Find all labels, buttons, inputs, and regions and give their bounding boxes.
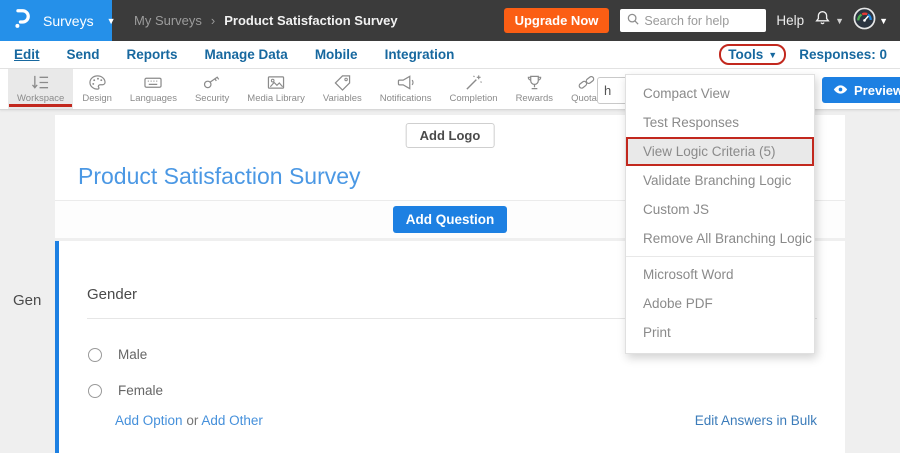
tab-reports[interactable]: Reports: [127, 47, 178, 62]
tab-send[interactable]: Send: [67, 47, 100, 62]
bell-icon: [813, 8, 832, 33]
section-navbar: Edit Send Reports Manage Data Mobile Int…: [0, 41, 900, 69]
question-list-partial-label: Gen: [13, 292, 41, 309]
breadcrumb-current: Product Satisfaction Survey: [224, 13, 397, 28]
chevron-down-icon: ▼: [107, 16, 116, 26]
edit-answers-in-bulk-link[interactable]: Edit Answers in Bulk: [695, 413, 817, 428]
toolbar-item-languages[interactable]: Languages: [121, 69, 186, 109]
app-switcher[interactable]: Surveys ▼: [0, 0, 112, 41]
menu-item-view-logic-criteria[interactable]: View Logic Criteria (5): [626, 137, 814, 166]
menu-item-custom-js[interactable]: Custom JS: [626, 195, 814, 224]
tag-icon: [333, 74, 352, 91]
tools-dropdown-menu: Compact View Test Responses View Logic C…: [625, 74, 815, 354]
search-icon: [627, 12, 639, 30]
image-icon: [266, 74, 286, 91]
menu-item-remove-all-branching-logic[interactable]: Remove All Branching Logic: [626, 224, 814, 253]
option-label[interactable]: Female: [118, 383, 163, 398]
chevron-down-icon: ▼: [835, 16, 844, 26]
add-other-link[interactable]: Add Other: [201, 413, 263, 428]
help-search-box[interactable]: [620, 9, 766, 32]
toolbar-item-completion[interactable]: Completion: [441, 69, 507, 109]
tools-label: Tools: [728, 47, 763, 62]
tab-mobile[interactable]: Mobile: [315, 47, 358, 62]
notifications-menu[interactable]: ▼: [813, 8, 844, 33]
toolbar-item-media-library[interactable]: Media Library: [238, 69, 314, 109]
menu-item-print[interactable]: Print: [626, 318, 814, 347]
tab-edit[interactable]: Edit: [14, 47, 40, 62]
toolbar-item-label: Completion: [450, 93, 498, 104]
wand-icon: [464, 74, 483, 91]
toolbar-item-workspace[interactable]: Workspace: [8, 69, 73, 109]
tab-integration[interactable]: Integration: [385, 47, 455, 62]
breadcrumb: My Surveys › Product Satisfaction Survey: [134, 13, 398, 28]
keyboard-icon: [143, 74, 163, 91]
toolbar-item-label: Languages: [130, 93, 177, 104]
key-icon: [202, 74, 222, 91]
add-question-button[interactable]: Add Question: [393, 206, 508, 233]
workspace-icon: [30, 74, 51, 91]
radio-button-icon[interactable]: [88, 384, 102, 398]
menu-item-compact-view[interactable]: Compact View: [626, 79, 814, 108]
toolbar-item-label: Variables: [323, 93, 362, 104]
answer-links-row: Add Option or Add Other: [115, 413, 263, 428]
trophy-icon: [525, 74, 544, 91]
question-title[interactable]: Gender: [87, 286, 137, 303]
tools-menu-button[interactable]: Tools ▼: [719, 44, 786, 65]
megaphone-icon: [396, 74, 416, 91]
toolbar-item-label: Notifications: [380, 93, 432, 104]
tab-manage-data[interactable]: Manage Data: [205, 47, 288, 62]
menu-item-validate-branching-logic[interactable]: Validate Branching Logic: [626, 166, 814, 195]
breadcrumb-separator-icon: ›: [211, 13, 215, 28]
account-menu[interactable]: ▼: [853, 7, 888, 35]
survey-title[interactable]: Product Satisfaction Survey: [78, 163, 361, 190]
toolbar-item-notifications[interactable]: Notifications: [371, 69, 441, 109]
add-option-link[interactable]: Add Option: [115, 413, 183, 428]
preview-button[interactable]: Preview: [822, 77, 900, 103]
toolbar-item-rewards[interactable]: Rewards: [507, 69, 563, 109]
navbar-right: Tools ▼ Responses: 0: [719, 44, 900, 65]
toolbar-item-label: Media Library: [247, 93, 305, 104]
toolbar-item-variables[interactable]: Variables: [314, 69, 371, 109]
chevron-down-icon: ▼: [768, 50, 777, 60]
option-row-male[interactable]: Male: [88, 347, 147, 362]
menu-separator: [626, 256, 814, 257]
eye-icon: [833, 83, 848, 98]
add-logo-button[interactable]: Add Logo: [406, 123, 495, 148]
chevron-down-icon: ▼: [879, 16, 888, 26]
toolbar-item-label: Workspace: [17, 93, 64, 104]
proprofs-logo-icon: [13, 7, 30, 35]
toolbar-item-security[interactable]: Security: [186, 69, 238, 109]
radio-button-icon[interactable]: [88, 348, 102, 362]
breadcrumb-parent[interactable]: My Surveys: [134, 13, 202, 28]
menu-item-test-responses[interactable]: Test Responses: [626, 108, 814, 137]
avatar: [853, 7, 876, 35]
search-input[interactable]: [644, 14, 754, 28]
topbar: Surveys ▼ My Surveys › Product Satisfact…: [0, 0, 900, 41]
menu-item-adobe-pdf[interactable]: Adobe PDF: [626, 289, 814, 318]
app-menu-label: Surveys: [43, 13, 94, 29]
responses-count[interactable]: Responses: 0: [799, 47, 887, 62]
toolbar-item-design[interactable]: Design: [73, 69, 121, 109]
menu-item-microsoft-word[interactable]: Microsoft Word: [626, 260, 814, 289]
preview-label: Preview: [854, 83, 900, 98]
toolbar-item-label: Security: [195, 93, 229, 104]
chain-icon: [577, 74, 596, 91]
option-row-female[interactable]: Female: [88, 383, 163, 398]
toolbar-item-label: Rewards: [516, 93, 554, 104]
option-label[interactable]: Male: [118, 347, 147, 362]
help-link[interactable]: Help: [776, 13, 804, 28]
annotation-workspace-underline: [9, 104, 72, 107]
upgrade-now-button[interactable]: Upgrade Now: [504, 8, 610, 33]
toolbar-item-label: Design: [82, 93, 112, 104]
survey-editor-app: Surveys ▼ My Surveys › Product Satisfact…: [0, 0, 900, 453]
or-text: or: [186, 413, 198, 428]
palette-icon: [88, 74, 107, 91]
